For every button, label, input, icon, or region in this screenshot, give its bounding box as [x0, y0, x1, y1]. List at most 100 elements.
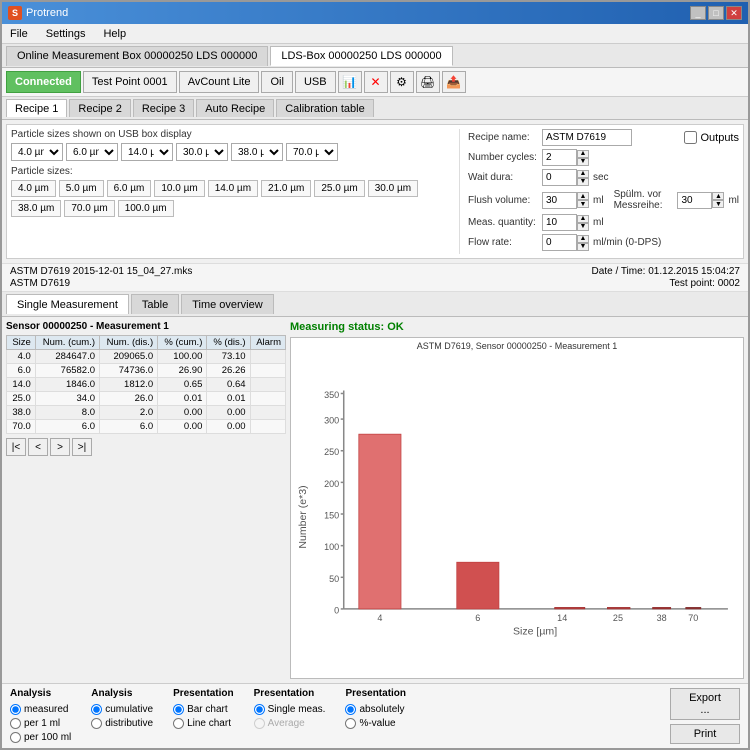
device-tab-0[interactable]: Online Measurement Box 00000250 LDS 0000… [6, 46, 268, 66]
wait-dura-input[interactable] [542, 169, 577, 186]
wait-unit: sec [593, 172, 609, 183]
chart-svg: Number (e*3) 0 50 100 150 200 [291, 351, 743, 671]
flow-rate-input[interactable] [542, 234, 577, 251]
radio-cumulative[interactable] [91, 704, 102, 715]
connected-button[interactable]: Connected [6, 71, 81, 93]
wait-down-btn[interactable]: ▼ [577, 178, 589, 186]
title-bar: S Protrend _ □ ✕ [2, 2, 748, 24]
recipe-tab-4[interactable]: Calibration table [276, 99, 374, 117]
size-select-3[interactable]: 30.0 µm [176, 143, 228, 161]
spulem-unit: ml [728, 195, 739, 206]
maximize-button[interactable]: □ [708, 6, 724, 20]
size-select-1[interactable]: 6.0 µm [66, 143, 118, 161]
meas-quantity-label: Meas. quantity: [468, 217, 538, 228]
nav-last[interactable]: >| [72, 438, 92, 456]
size-badge-7: 30.0 µm [368, 180, 418, 197]
export-button[interactable]: Export ... [670, 688, 740, 720]
radio-linechart[interactable] [173, 718, 184, 729]
flow-unit: ml/min (0-DPS) [593, 237, 661, 248]
size-select-2[interactable]: 14.0 µm [121, 143, 173, 161]
size-select-0[interactable]: 4.0 µm [11, 143, 63, 161]
col-pct-cum: % (cum.) [158, 336, 207, 350]
radio-measured[interactable] [10, 704, 21, 715]
stop-icon-button[interactable]: ✕ [364, 71, 388, 93]
menu-help[interactable]: Help [99, 27, 130, 41]
export-icon-button[interactable]: 📤 [442, 71, 466, 93]
analysis-title-2: Analysis [91, 688, 153, 699]
flush-volume-input[interactable] [542, 192, 577, 209]
data-table: Size Num. (cum.) Num. (dis.) % (cum.) % … [6, 335, 286, 434]
menu-settings[interactable]: Settings [42, 27, 90, 41]
svg-text:25: 25 [613, 613, 623, 623]
settings-icon-button[interactable]: ⚙ [390, 71, 414, 93]
avcount-button[interactable]: AvCount Lite [179, 71, 260, 93]
spulem-input[interactable] [677, 192, 712, 209]
flush-down-btn[interactable]: ▼ [577, 200, 589, 208]
print-icon-button[interactable]: 🖨 [416, 71, 440, 93]
outputs-checkbox[interactable] [684, 131, 697, 144]
test-point-info: Test point: 0002 [669, 278, 740, 289]
meas-unit: ml [593, 217, 604, 228]
col-num-cum: Num. (cum.) [35, 336, 99, 350]
size-select-4[interactable]: 38.0 µm [231, 143, 283, 161]
radio-per100ml[interactable] [10, 732, 21, 743]
recipe-tab-3[interactable]: Auto Recipe [196, 99, 274, 117]
radio-distributive[interactable] [91, 718, 102, 729]
recipe-tab-2[interactable]: Recipe 3 [133, 99, 194, 117]
oil-button[interactable]: Oil [261, 71, 292, 93]
nav-row: |< < > >| [6, 438, 286, 456]
flow-down-btn[interactable]: ▼ [577, 243, 589, 251]
chart-panel: Measuring status: OK ASTM D7619, Sensor … [290, 321, 744, 679]
recipe-tab-1[interactable]: Recipe 2 [69, 99, 130, 117]
meas-quantity-input[interactable] [542, 214, 577, 231]
col-num-dis: Num. (dis.) [100, 336, 158, 350]
spulem-down-btn[interactable]: ▼ [712, 200, 724, 208]
menu-file[interactable]: File [6, 27, 32, 41]
flush-up-btn[interactable]: ▲ [577, 192, 589, 200]
recipe-name-label: Recipe name: [468, 132, 538, 143]
meas-up-btn[interactable]: ▲ [577, 215, 589, 223]
number-cycles-input[interactable] [542, 149, 577, 166]
wait-up-btn[interactable]: ▲ [577, 170, 589, 178]
flow-rate-row: Flow rate: ▲ ▼ ml/min (0-DPS) [468, 234, 739, 251]
radio-barchart[interactable] [173, 704, 184, 715]
size-badge-3: 10.0 µm [154, 180, 204, 197]
spulem-up-btn[interactable]: ▲ [712, 192, 724, 200]
radio-per1ml[interactable] [10, 718, 21, 729]
sub-tab-1[interactable]: Table [131, 294, 179, 314]
nav-next[interactable]: > [50, 438, 70, 456]
radio-singlemeas[interactable] [254, 704, 265, 715]
pres-title-1: Presentation [173, 688, 234, 699]
sub-tab-0[interactable]: Single Measurement [6, 294, 129, 314]
size-select-5[interactable]: 70.0 µm [286, 143, 338, 161]
cycles-down-btn[interactable]: ▼ [577, 158, 589, 166]
meas-down-btn[interactable]: ▼ [577, 223, 589, 231]
radio-average[interactable] [254, 718, 265, 729]
flow-up-btn[interactable]: ▲ [577, 235, 589, 243]
close-button[interactable]: ✕ [726, 6, 742, 20]
recipe-tab-0[interactable]: Recipe 1 [6, 99, 67, 117]
number-cycles-label: Number cycles: [468, 152, 538, 163]
svg-text:38: 38 [657, 613, 667, 623]
chart-icon-button[interactable]: 📊 [338, 71, 362, 93]
size-badge-5: 21.0 µm [261, 180, 311, 197]
size-badge-10: 100.0 µm [118, 200, 174, 217]
print-button[interactable]: Print [670, 724, 740, 744]
device-tab-1[interactable]: LDS-Box 00000250 LDS 000000 [270, 46, 452, 66]
pres-title-2: Presentation [254, 688, 326, 699]
size-badge-2: 6.0 µm [107, 180, 152, 197]
minimize-button[interactable]: _ [690, 6, 706, 20]
nav-first[interactable]: |< [6, 438, 26, 456]
chart-title: ASTM D7619, Sensor 00000250 - Measuremen… [291, 338, 743, 351]
test-point-button[interactable]: Test Point 0001 [83, 71, 177, 93]
usb-button[interactable]: USB [295, 71, 336, 93]
nav-prev[interactable]: < [28, 438, 48, 456]
recipe-name-input[interactable] [542, 129, 632, 146]
flush-volume-label: Flush volume: [468, 195, 538, 206]
flush-unit: ml [593, 195, 604, 206]
radio-pctvalue[interactable] [345, 718, 356, 729]
svg-text:300: 300 [324, 416, 339, 426]
sub-tab-2[interactable]: Time overview [181, 294, 274, 314]
radio-absolutely[interactable] [345, 704, 356, 715]
cycles-up-btn[interactable]: ▲ [577, 150, 589, 158]
